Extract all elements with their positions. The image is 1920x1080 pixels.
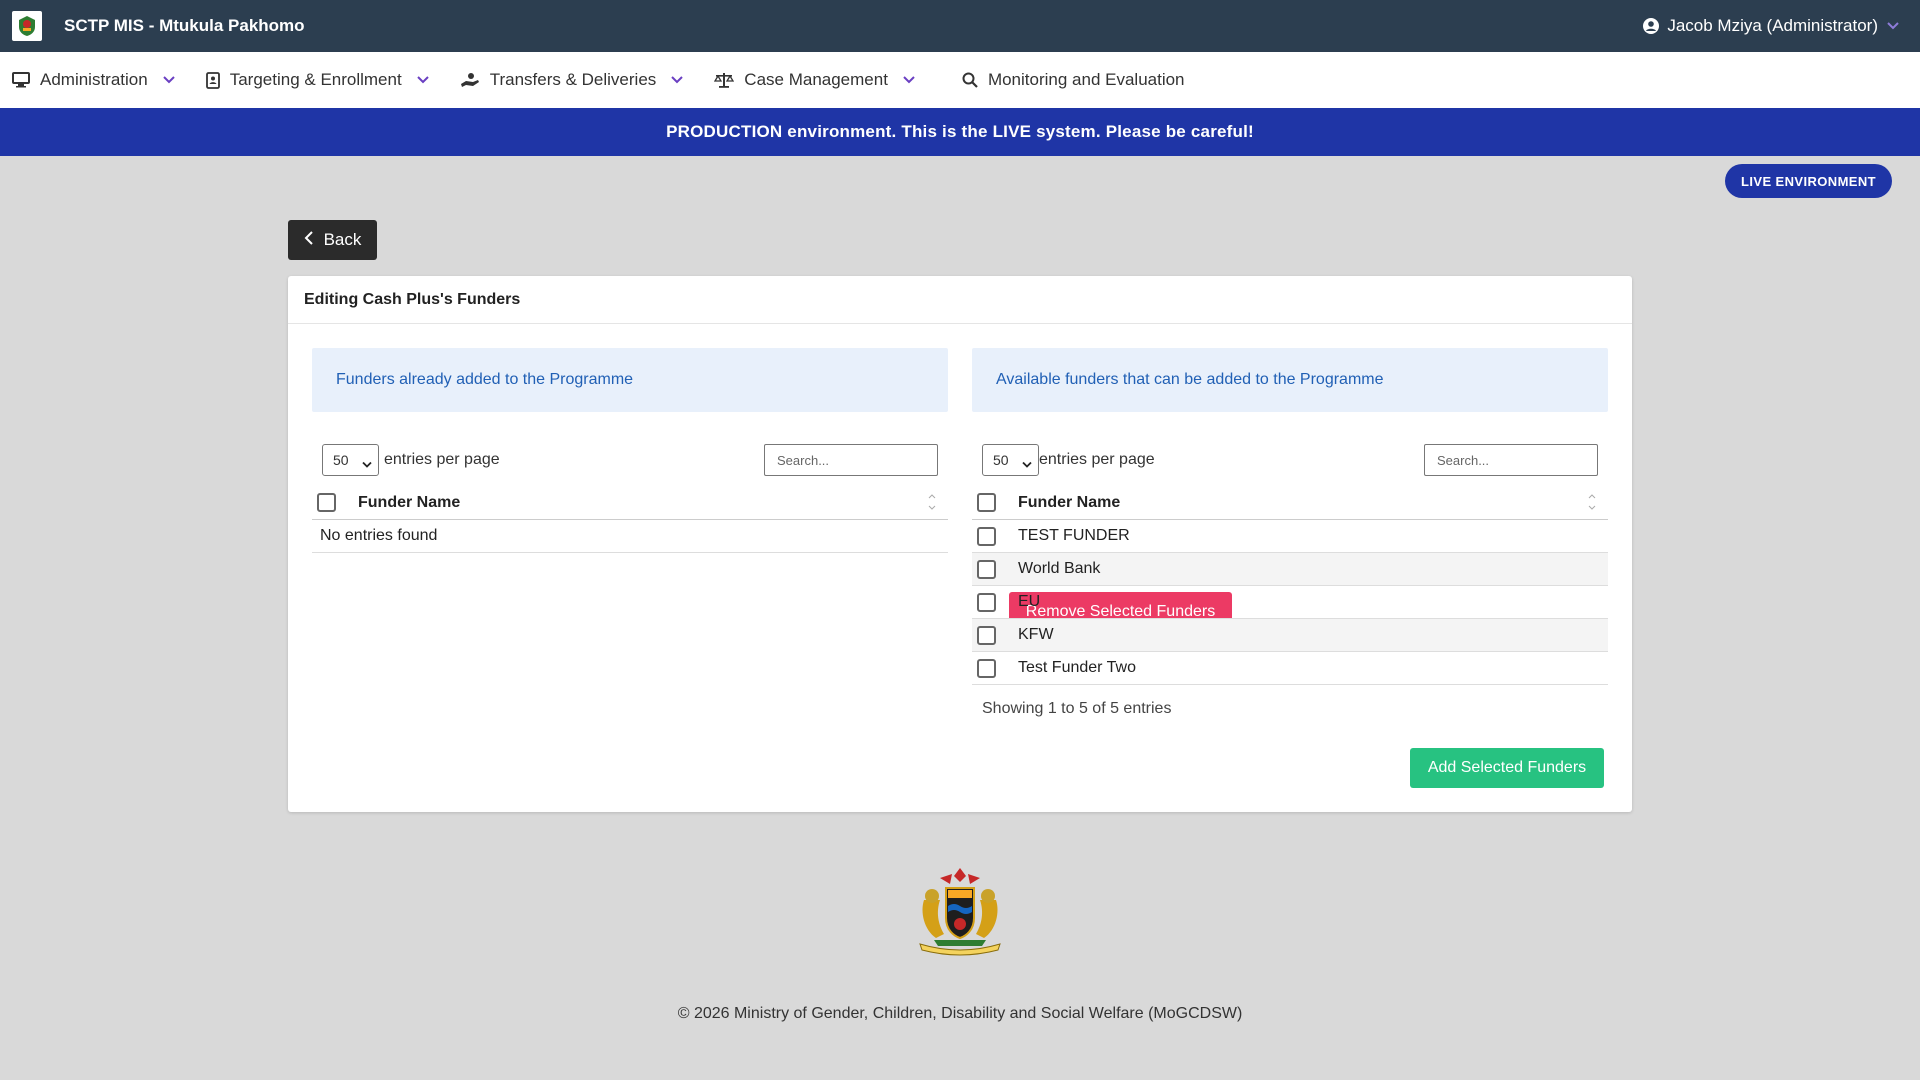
nav-case-management[interactable]: Case Management <box>714 70 916 90</box>
row-checkbox[interactable] <box>977 526 996 546</box>
row-checkbox[interactable] <box>977 625 996 645</box>
sort-icon[interactable] <box>1588 494 1596 510</box>
table-header-row: Funder Name <box>972 486 1608 520</box>
row-checkbox[interactable] <box>977 658 996 678</box>
hand-holding-icon <box>460 72 480 88</box>
nav-label: Targeting & Enrollment <box>229 70 402 89</box>
nav-transfers-deliveries[interactable]: Transfers & Deliveries <box>460 70 685 90</box>
user-menu[interactable]: Jacob Mziya (Administrator) <box>1643 16 1900 36</box>
nav-monitoring-evaluation[interactable]: Monitoring and Evaluation <box>962 70 1185 90</box>
funder-name: World Bank <box>1018 560 1101 577</box>
chevron-down-icon <box>1022 456 1032 472</box>
user-circle-icon <box>1643 18 1660 34</box>
sort-icon[interactable] <box>928 494 936 510</box>
page-size-select[interactable]: 50 <box>982 444 1039 476</box>
available-funders-panel: Available funders that can be added to t… <box>972 348 1608 685</box>
chevron-down-icon <box>902 75 916 85</box>
select-all-checkbox[interactable] <box>317 493 336 512</box>
table-controls: 50 entries per page Search... <box>972 444 1608 476</box>
table-row[interactable]: EU <box>972 586 1608 619</box>
added-funders-info: Funders already added to the Programme <box>312 348 948 412</box>
back-button[interactable]: Back <box>288 220 377 260</box>
scale-icon <box>714 72 735 88</box>
available-funders-info: Available funders that can be added to t… <box>972 348 1608 412</box>
chevron-down-icon <box>162 75 176 85</box>
table-header-row: Funder Name <box>312 486 948 520</box>
empty-message: No entries found <box>320 527 438 544</box>
nav-label: Administration <box>40 70 148 89</box>
table-row[interactable]: World Bank <box>972 553 1608 586</box>
table-row[interactable]: Test Funder Two <box>972 652 1608 685</box>
row-checkbox[interactable] <box>977 592 996 612</box>
column-header-funder-name[interactable]: Funder Name <box>358 494 460 512</box>
table-controls: 50 entries per page Search... <box>312 444 948 476</box>
table-row[interactable]: KFW <box>972 619 1608 652</box>
environment-banner: PRODUCTION environment. This is the LIVE… <box>0 108 1920 156</box>
top-bar: SCTP MIS - Mtukula Pakhomo Jacob Mziya (… <box>0 0 1920 52</box>
funder-name: Test Funder Two <box>1018 659 1136 676</box>
entries-per-page-label: entries per page <box>384 451 500 468</box>
select-all-checkbox[interactable] <box>977 493 996 512</box>
app-title[interactable]: SCTP MIS - Mtukula Pakhomo <box>64 16 305 36</box>
card-title: Editing Cash Plus's Funders <box>288 276 1632 324</box>
address-book-icon <box>205 71 220 89</box>
funder-name: TEST FUNDER <box>1018 527 1130 544</box>
nav-administration[interactable]: Administration <box>12 70 176 90</box>
chevron-down-icon <box>362 456 372 472</box>
table-row: No entries found <box>312 520 948 553</box>
pagination-info: Showing 1 to 5 of 5 entries <box>982 700 1172 717</box>
search-icon <box>962 72 978 88</box>
coat-of-arms-icon <box>910 860 1010 960</box>
chevron-down-icon <box>1886 21 1900 31</box>
chevron-down-icon <box>670 75 684 85</box>
search-input[interactable]: Search... <box>1424 444 1598 476</box>
available-funders-table: Funder Name TEST FUNDER World Bank EU KF… <box>972 486 1608 685</box>
nav-label: Monitoring and Evaluation <box>987 70 1185 89</box>
column-header-funder-name[interactable]: Funder Name <box>1018 494 1120 512</box>
nav-label: Case Management <box>744 70 888 89</box>
page-size-select[interactable]: 50 <box>322 444 379 476</box>
nav-label: Transfers & Deliveries <box>489 70 657 89</box>
page-size-value: 50 <box>333 452 349 468</box>
nav-targeting-enrollment[interactable]: Targeting & Enrollment <box>205 70 430 90</box>
add-selected-funders-button[interactable]: Add Selected Funders <box>1410 748 1604 788</box>
main-nav: Administration Targeting & Enrollment Tr… <box>0 52 1920 108</box>
funder-name: EU <box>1018 593 1041 610</box>
added-funders-table: Funder Name No entries found <box>312 486 948 553</box>
funders-card: Editing Cash Plus's Funders Funders alre… <box>288 276 1632 812</box>
live-environment-badge: LIVE ENVIRONMENT <box>1725 164 1892 198</box>
funder-name: KFW <box>1018 626 1054 643</box>
user-name: Jacob Mziya (Administrator) <box>1667 16 1878 35</box>
app-logo-icon[interactable] <box>12 11 42 41</box>
table-row[interactable]: TEST FUNDER <box>972 520 1608 553</box>
footer-copyright: © 2026 Ministry of Gender, Children, Dis… <box>677 1005 1243 1022</box>
page-size-value: 50 <box>993 452 1009 468</box>
added-funders-panel: Funders already added to the Programme 5… <box>312 348 948 553</box>
chevron-down-icon <box>416 75 430 85</box>
monitor-icon <box>12 72 30 88</box>
search-input[interactable]: Search... <box>764 444 938 476</box>
entries-per-page-label: entries per page <box>1039 451 1155 468</box>
chevron-left-icon <box>304 230 314 250</box>
row-checkbox[interactable] <box>977 559 996 579</box>
back-label: Back <box>323 230 362 249</box>
